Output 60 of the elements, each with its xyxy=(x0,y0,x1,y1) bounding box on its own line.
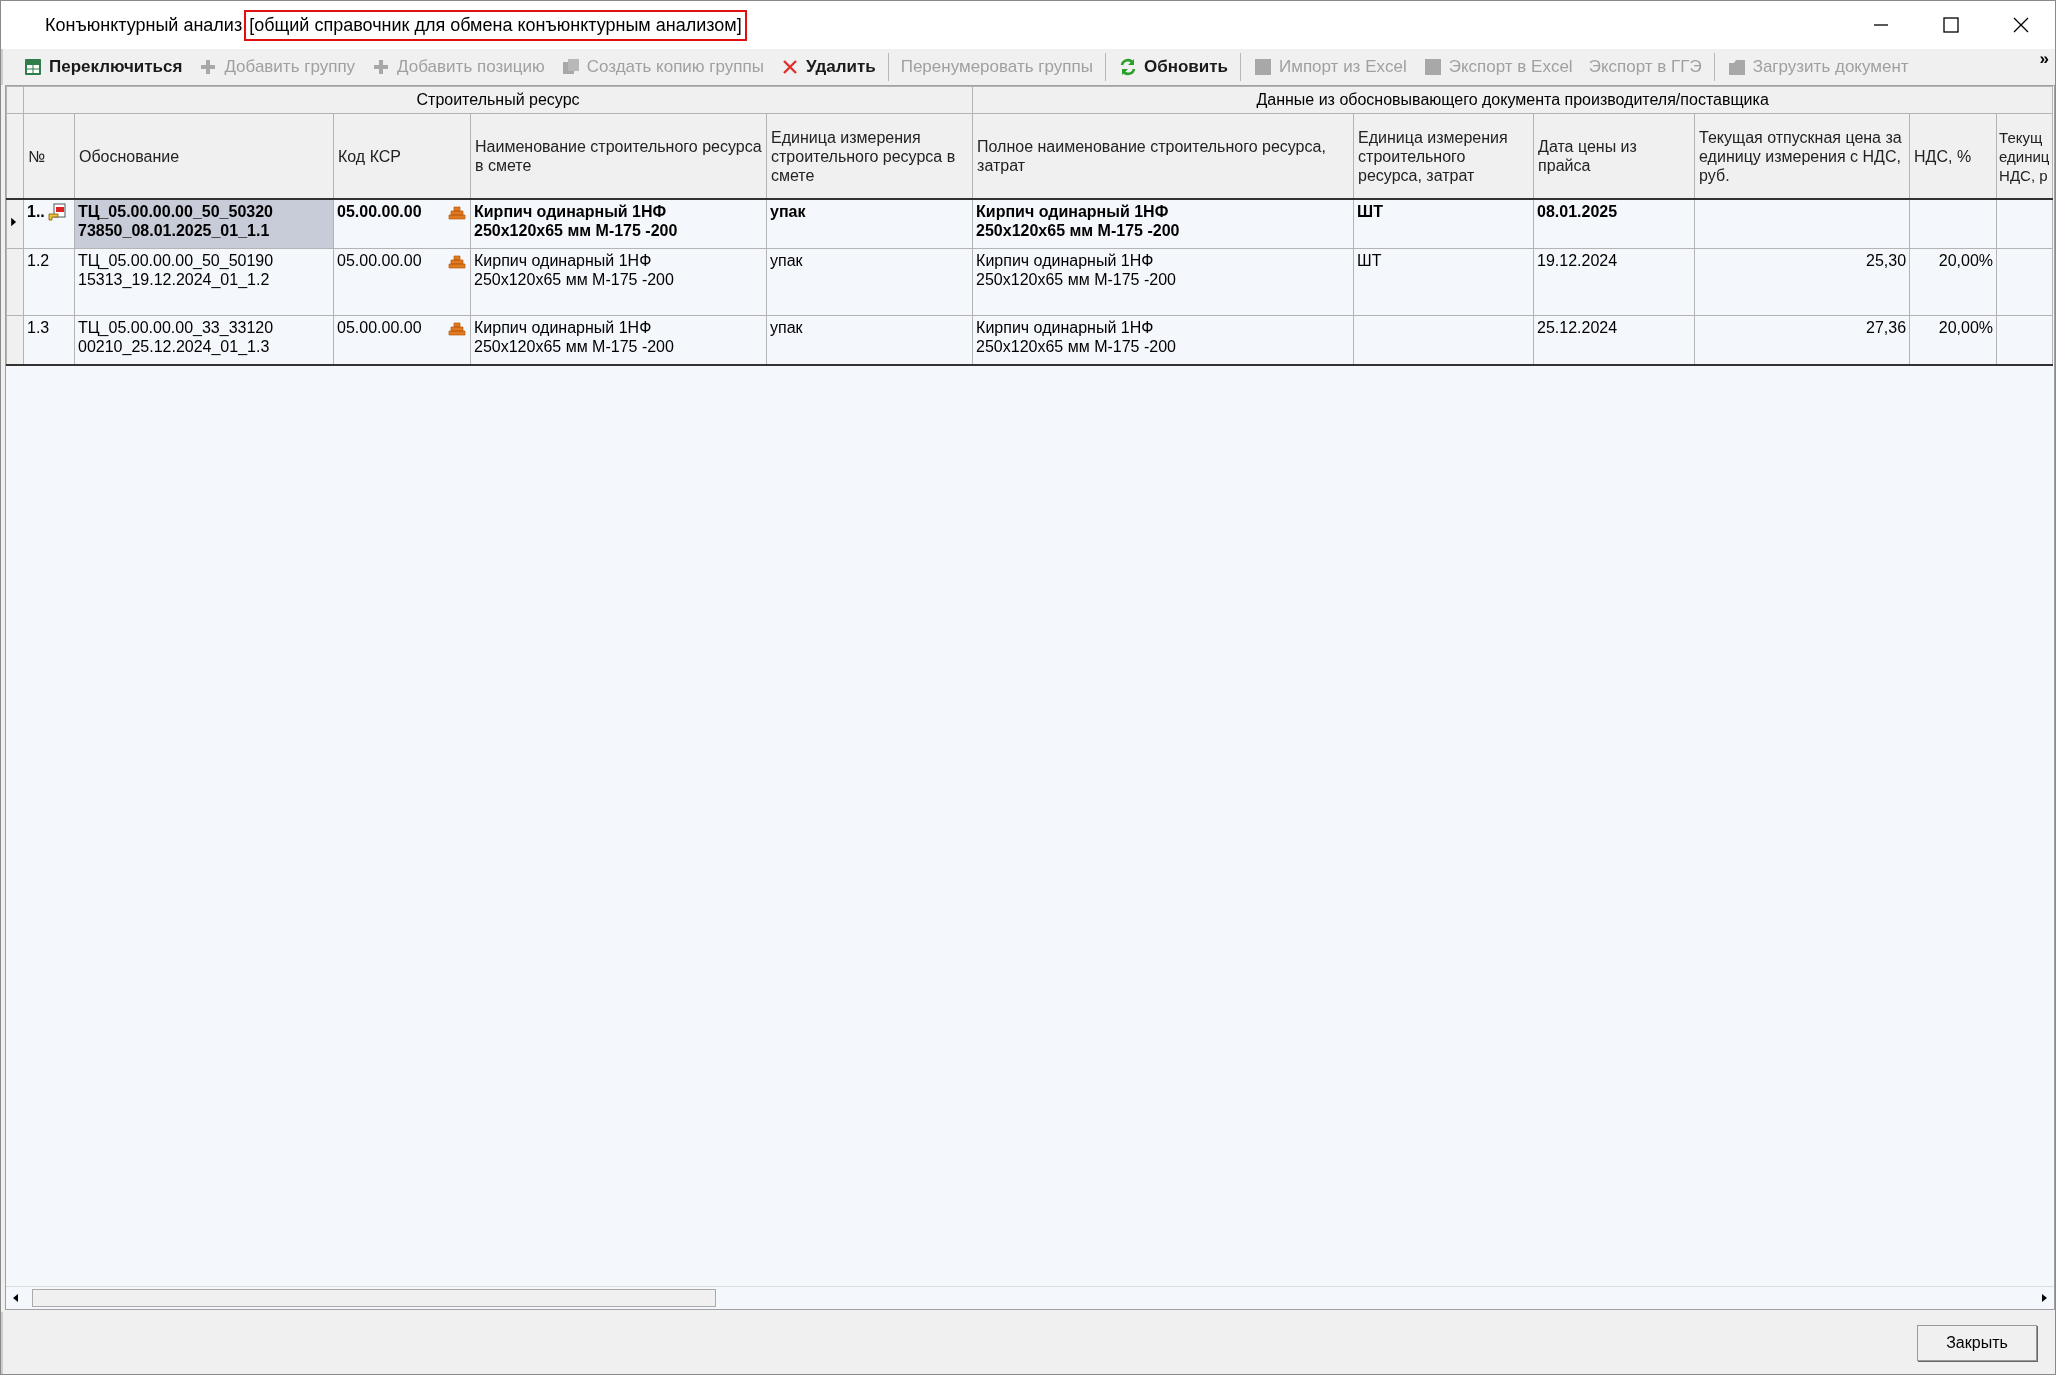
table-cell: 27,36 xyxy=(1866,318,1907,337)
spreadsheet-icon xyxy=(23,57,43,77)
table-cell-text: Кирпич одинарный 1НФ 250x120x65 мм М-175 -200 xyxy=(976,318,1177,356)
table-cell: ШТ xyxy=(1357,202,1383,221)
column-group-header: Строительный ресурс xyxy=(23,86,973,114)
column-header[interactable]: Единица измерения строительного ресурса в смете xyxy=(766,113,973,199)
column-header[interactable]: Полное наименование строительного ресурса, затрат xyxy=(972,113,1354,199)
table-cell: 1.. xyxy=(27,202,45,221)
table-cell: 20,00% xyxy=(1938,318,1994,337)
table-cell: упак xyxy=(770,251,803,270)
toolbar-button[interactable]: Обновить xyxy=(1109,54,1236,80)
table-cell: 08.01.2025 xyxy=(1537,202,1618,221)
column-header[interactable]: Текущ единиц НДС, р xyxy=(1996,113,2053,199)
column-header[interactable]: Код КСР xyxy=(333,113,471,199)
table-cell: 05.00.00.00 xyxy=(337,202,422,221)
column-header[interactable]: НДС, % xyxy=(1909,113,1997,199)
table-cell: 05.00.00.00 xyxy=(337,251,422,270)
column-header[interactable]: Дата цены из прайса xyxy=(1533,113,1695,199)
close-icon[interactable] xyxy=(2011,15,2031,35)
overflow-button[interactable]: » xyxy=(2039,49,2049,69)
scrollbar-thumb[interactable] xyxy=(32,1289,716,1307)
table-cell: 20,00% xyxy=(1938,251,1994,270)
table-cell-text: Кирпич одинарный 1НФ 250x120x65 мм М-175 -200 xyxy=(976,202,1181,240)
table-cell: 05.00.00.00 xyxy=(337,318,422,337)
table-cell-text: Кирпич одинарный 1НФ 250x120x65 мм М-175 -200 xyxy=(976,251,1177,289)
document-icon xyxy=(1422,57,1443,77)
table-cell: 25.12.2024 xyxy=(1537,318,1618,337)
copy-icon xyxy=(560,57,581,77)
table-cell: 19.12.2024 xyxy=(1537,251,1618,270)
window-subtitle: [общий справочник для обмена конъюнктурным анализом] xyxy=(244,9,747,41)
toolbar-button[interactable]: Удалить xyxy=(771,54,884,80)
column-group-header: Данные из обосновывающего документа производителя/поставщика xyxy=(972,86,2053,114)
table-cell: 1.3 xyxy=(27,318,50,337)
table-cell-text: Кирпич одинарный 1НФ 250x120x65 мм М-175 -200 xyxy=(474,318,675,356)
column-header[interactable]: № xyxy=(23,113,75,199)
toolbar-button[interactable]: Переключиться xyxy=(15,54,191,80)
column-header[interactable]: Текущая отпускная цена за единицу измерения с НДС, руб. xyxy=(1694,113,1910,199)
horizontal-scrollbar[interactable] xyxy=(6,1286,2054,1309)
table-cell: упак xyxy=(770,318,803,337)
table-cell-text: Кирпич одинарный 1НФ 250x120x65 мм М-175 -200 xyxy=(474,202,679,240)
maximize-icon[interactable] xyxy=(1941,15,1961,35)
table-cell: 25,30 xyxy=(1866,251,1907,270)
column-header[interactable]: Наименование строительного ресурса в смете xyxy=(470,113,767,199)
table-cell: упак xyxy=(770,202,806,221)
column-header[interactable]: Единица измерения строительного ресурса, затрат xyxy=(1353,113,1534,199)
table-cell-text: Кирпич одинарный 1НФ 250x120x65 мм М-175 -200 xyxy=(474,251,675,289)
table-cell: 1.2 xyxy=(27,251,50,270)
table-row[interactable]: 1.3 ТЦ_05.00.00.00_33_33120 00210_25.12.2024_01_1.3 05.00.00.00 Кирпич одинарный 1НФ 250x120x65 мм М-175 -200 упак Кирпич одинарный 1НФ 250x120x65 мм М-175 -200 25.12.2024 27,36 20,00% xyxy=(6,315,2053,365)
window-title: Конъюнктурный анализ xyxy=(45,14,243,36)
document-icon xyxy=(1252,57,1273,77)
table-cell-text: ТЦ_05.00.00.00_50_50190 15313_19.12.2024_01_1.2 xyxy=(78,251,275,289)
document-hand-icon xyxy=(46,202,67,222)
close-button[interactable]: Закрыть xyxy=(1917,1325,2037,1361)
table-row[interactable]: 1.. ТЦ_05.00.00.00_50_50320 73850_08.01.2025_01_1.1 05.00.00.00 Кирпич одинарный 1НФ 250x120x65 мм М-175 -200 упак Кирпич одинарный 1НФ 250x120x65 мм М-175 -200 ШТ 08.01.2025 xyxy=(6,199,2053,249)
table-cell-text: ТЦ_05.00.00.00_50_50320 73850_08.01.2025_01_1.1 xyxy=(78,202,274,240)
table-cell-text: ТЦ_05.00.00.00_33_33120 00210_25.12.2024_01_1.3 xyxy=(78,318,275,356)
folder-icon xyxy=(1726,57,1747,77)
table-row[interactable]: 1.2 ТЦ_05.00.00.00_50_50190 15313_19.12.2024_01_1.2 05.00.00.00 Кирпич одинарный 1НФ 250x120x65 мм М-175 -200 упак Кирпич одинарный 1НФ 250x120x65 мм М-175 -200 ШТ 19.12.2024 25,30 20,00% xyxy=(6,248,2053,316)
column-header[interactable]: Обоснование xyxy=(74,113,334,199)
table-cell: ШТ xyxy=(1357,251,1382,270)
